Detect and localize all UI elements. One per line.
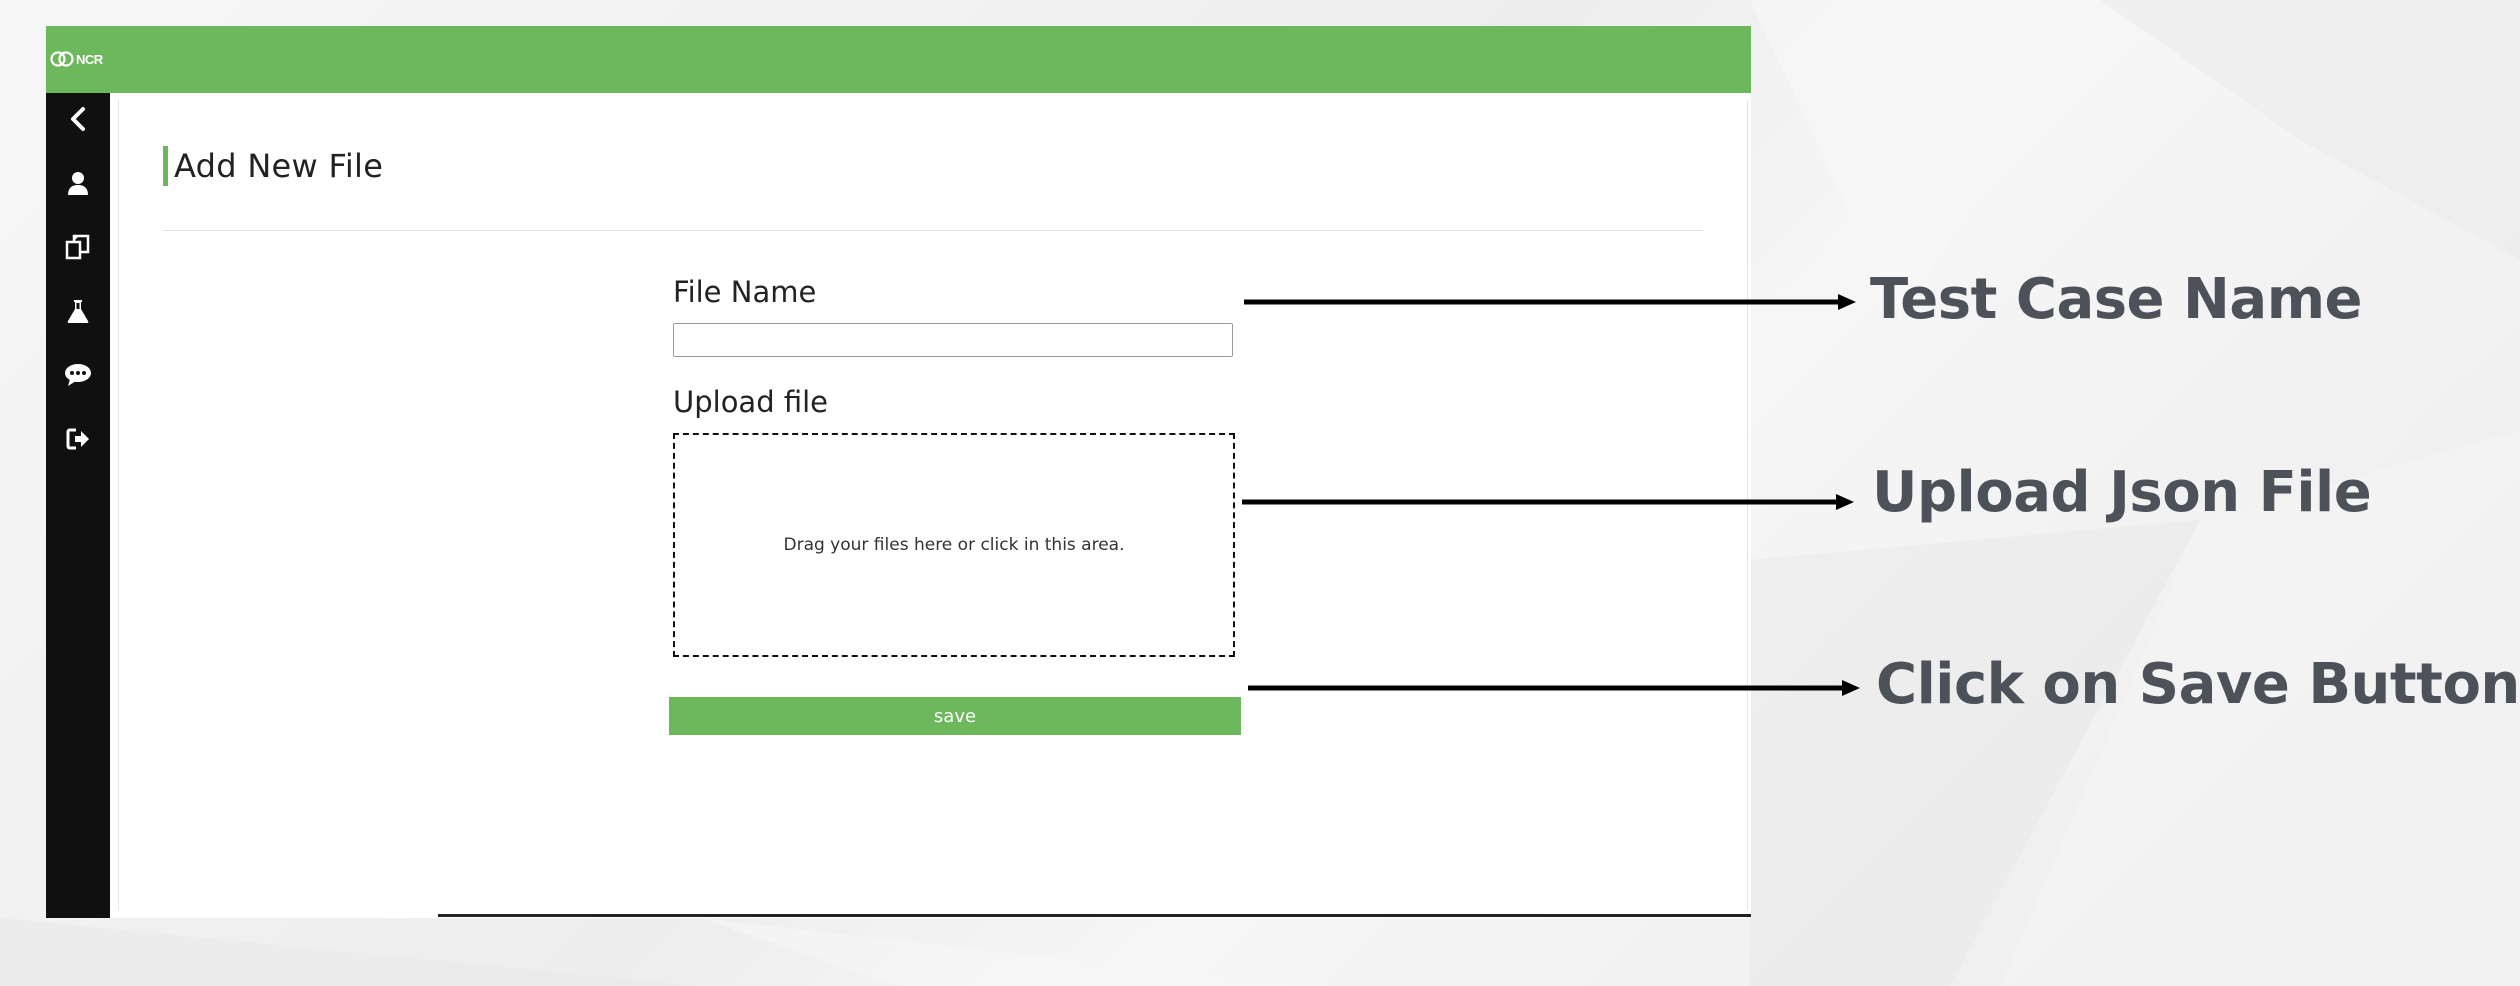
sidebar-item-profile[interactable] xyxy=(64,169,92,197)
sign-out-icon xyxy=(66,428,89,450)
chat-icon xyxy=(65,364,91,386)
annotation-click-save: Click on Save Button xyxy=(1876,652,2520,717)
sidebar xyxy=(46,93,110,918)
file-name-label: File Name xyxy=(673,275,817,309)
ncr-logo-icon xyxy=(50,51,74,67)
arrow-to-file-name xyxy=(1244,294,1856,310)
save-button[interactable]: save xyxy=(669,697,1241,735)
bottom-divider xyxy=(438,914,1751,917)
annotation-test-case-name: Test Case Name xyxy=(1870,267,2363,332)
logo-text: NCR xyxy=(76,51,103,67)
title-divider xyxy=(163,230,1703,231)
arrow-to-save xyxy=(1248,680,1860,696)
sidebar-item-messages[interactable] xyxy=(64,361,92,389)
sidebar-item-logout[interactable] xyxy=(64,425,92,453)
drop-zone-text: Drag your files here or click in this ar… xyxy=(783,535,1125,555)
annotation-upload-json: Upload Json File xyxy=(1872,460,2372,525)
file-drop-zone[interactable]: Drag your files here or click in this ar… xyxy=(673,433,1235,657)
title-accent-bar xyxy=(163,146,168,186)
file-name-input[interactable] xyxy=(673,323,1233,357)
flask-icon xyxy=(67,300,89,323)
app-window: NCR Add New File File Name Upload file D… xyxy=(46,26,1751,918)
arrow-to-upload xyxy=(1242,494,1854,510)
page-title: Add New File xyxy=(174,147,384,185)
sidebar-collapse-button[interactable] xyxy=(64,105,92,133)
sidebar-item-files[interactable] xyxy=(64,233,92,261)
chevron-left-icon xyxy=(71,107,85,131)
user-icon xyxy=(68,172,88,195)
upload-file-label: Upload file xyxy=(673,385,828,419)
ncr-logo[interactable]: NCR xyxy=(50,48,103,70)
top-bar: NCR xyxy=(46,26,1751,93)
files-icon xyxy=(65,234,90,260)
page-header: Add New File xyxy=(163,146,383,186)
sidebar-item-tests[interactable] xyxy=(64,297,92,325)
